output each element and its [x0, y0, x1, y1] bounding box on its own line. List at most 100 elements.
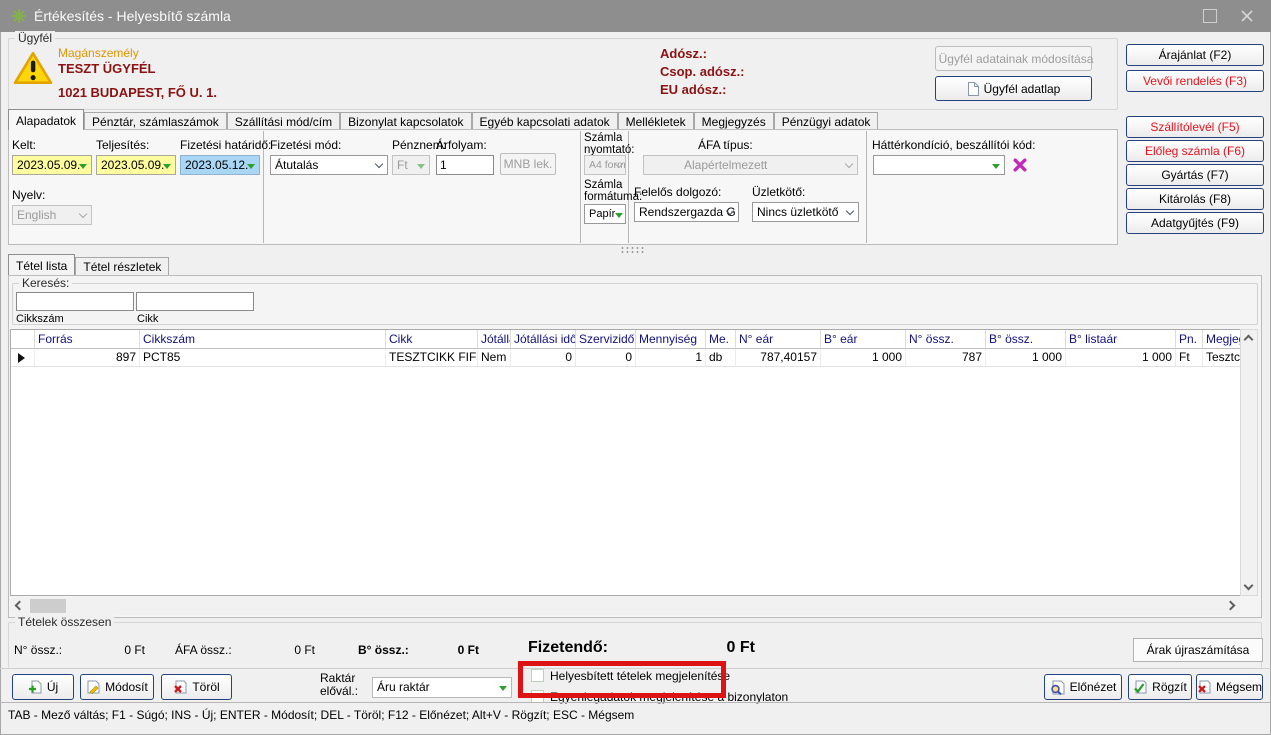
quote-button[interactable]: Árajánlat (F2): [1126, 44, 1264, 66]
column-header[interactable]: Megjegyzés: [1203, 330, 1240, 349]
tab-egyeb-kapcsolati-adatok[interactable]: Egyéb kapcsolati adatok: [471, 112, 618, 130]
tab-mellekletek[interactable]: Mellékletek: [617, 112, 694, 130]
column-header[interactable]: Me.: [706, 330, 736, 349]
issue-date-field[interactable]: 2023.05.09.: [12, 155, 92, 175]
corrected-items-checkbox[interactable]: [531, 669, 544, 682]
column-header[interactable]: B° össz.: [986, 330, 1066, 349]
tab-megjegyzes[interactable]: Megjegyzés: [693, 112, 774, 130]
vat-type-select[interactable]: Alapértelmezett: [643, 155, 858, 175]
vertical-scrollbar[interactable]: [1240, 329, 1258, 596]
column-header[interactable]: Szervizidő (h: [576, 330, 636, 349]
delete-item-button[interactable]: Töröl: [161, 674, 232, 700]
cancel-button[interactable]: Mégsem: [1196, 674, 1263, 700]
gross-total-value: 0 Ft: [457, 643, 479, 657]
selected-row-marker-icon: [18, 353, 25, 363]
currency-select[interactable]: Ft: [392, 155, 430, 175]
table-cell: 1 000: [821, 349, 906, 367]
sales-agent-select[interactable]: Nincs üzletkötő: [752, 202, 859, 222]
invoice-format-select[interactable]: Papír: [584, 204, 626, 224]
fulfillment-date-label: Teljesítés:: [96, 138, 150, 152]
column-header[interactable]: Mennyiség: [636, 330, 706, 349]
payment-deadline-label: Fizetési határidő:: [180, 138, 272, 152]
warehouse-value: Áru raktár: [377, 680, 430, 694]
table-cell: 0: [576, 349, 636, 367]
scroll-right-icon[interactable]: [1225, 600, 1236, 611]
column-header[interactable]: N° össz.: [906, 330, 986, 349]
advance-invoice-button[interactable]: Előleg számla (F6): [1126, 140, 1264, 162]
table-cell: 0: [511, 349, 576, 367]
dropdown-chevron-icon: [78, 209, 88, 219]
statusbar-text: TAB - Mező váltás; F1 - Súgó; INS - Új; …: [8, 708, 635, 722]
tab-penztar-szamlaszamok[interactable]: Pénztár, számlaszámok: [84, 112, 227, 130]
marker-column-header[interactable]: [11, 330, 35, 349]
payment-method-select[interactable]: Átutalás: [270, 155, 388, 175]
delivery-note-button[interactable]: Szállítólevél (F5): [1126, 116, 1264, 138]
customer-datasheet-label: Ügyfél adatlap: [983, 81, 1061, 96]
tax-number-label: Adósz.:: [660, 46, 707, 61]
maximize-button[interactable]: [1203, 9, 1217, 23]
preview-button[interactable]: Előnézet: [1044, 674, 1122, 700]
outbound-button[interactable]: Kitárolás (F8): [1126, 188, 1264, 210]
fulfillment-date-field[interactable]: 2023.05.09.: [96, 155, 176, 175]
payment-deadline-field[interactable]: 2023.05.12.: [180, 155, 260, 175]
column-header[interactable]: B° eár: [821, 330, 906, 349]
column-header[interactable]: Cikk: [386, 330, 478, 349]
column-header[interactable]: Pn.: [1176, 330, 1203, 349]
search-itemnumber-input[interactable]: [16, 292, 134, 311]
customer-datasheet-button[interactable]: Ügyfél adatlap: [935, 76, 1092, 101]
invoice-printer-label: Számla nyomtató:: [584, 132, 635, 156]
scrollbar-thumb[interactable]: [30, 599, 66, 613]
tab-item-list[interactable]: Tétel lista: [8, 254, 76, 275]
new-item-button[interactable]: Új: [12, 674, 74, 700]
dropdown-arrow-icon: [417, 164, 425, 169]
dropdown-chevron-icon: [844, 159, 854, 169]
customer-order-button[interactable]: Vevői rendelés (F3): [1126, 70, 1264, 92]
save-button[interactable]: Rögzít: [1128, 674, 1192, 700]
table-cell: 897: [35, 349, 140, 367]
language-value: English: [17, 208, 57, 222]
search-item-input[interactable]: [136, 292, 254, 311]
language-select[interactable]: English: [12, 205, 92, 225]
preview-icon: [1050, 680, 1065, 695]
scroll-left-icon[interactable]: [14, 600, 25, 611]
recalculate-prices-button[interactable]: Árak újraszámítása: [1133, 638, 1263, 662]
scroll-up-icon[interactable]: [1243, 334, 1254, 345]
column-header[interactable]: Forrás: [35, 330, 140, 349]
column-header[interactable]: Cikkszám: [140, 330, 386, 349]
responsible-employee-select[interactable]: Rendszergazda G: [634, 202, 739, 222]
modify-item-button[interactable]: Módosít: [80, 674, 154, 700]
tab-alapadatok[interactable]: Alapadatok: [8, 109, 85, 130]
table-row[interactable]: 897 PCT85 TESZTCIKK FIFO Nem 0 0 1 db 787,40157 1…: [11, 349, 1240, 367]
column-header[interactable]: Jótállás: [478, 330, 511, 349]
production-button[interactable]: Gyártás (F7): [1126, 164, 1264, 186]
item-table: ForrásCikkszámCikkJótállásJótállási idő …: [10, 329, 1240, 596]
payment-deadline-value: 2023.05.12.: [185, 158, 249, 172]
close-button[interactable]: [1240, 9, 1254, 23]
currency-value: Ft: [397, 158, 408, 172]
item-tab-strip: Tétel lista Tétel részletek: [8, 253, 170, 275]
app-icon: [12, 9, 26, 23]
column-header[interactable]: B° listaár: [1066, 330, 1176, 349]
mnb-rate-label: MNB lek.: [503, 157, 553, 171]
tab-szallitasi-mod[interactable]: Szállítási mód/cím: [226, 112, 341, 130]
tab-item-details[interactable]: Tétel részletek: [75, 257, 170, 275]
column-header[interactable]: Jótállási idő (: [511, 330, 576, 349]
tab-penzugyi-adatok[interactable]: Pénzügyi adatok: [773, 112, 879, 130]
horizontal-scrollbar[interactable]: [10, 597, 1240, 615]
cancel-label: Mégsem: [1215, 680, 1262, 694]
payment-method-label: Fizetési mód:: [270, 138, 342, 152]
data-collection-button[interactable]: Adatgyűjtés (F9): [1126, 212, 1264, 234]
warehouse-select[interactable]: Áru raktár: [372, 677, 512, 698]
responsible-employee-label: Felelős dolgozó:: [634, 185, 722, 199]
column-header[interactable]: N° eár: [736, 330, 821, 349]
background-condition-select[interactable]: [873, 155, 1005, 175]
scroll-down-icon[interactable]: [1243, 580, 1254, 591]
tab-bizonylat-kapcsolatok[interactable]: Bizonylat kapcsolatok: [340, 112, 472, 130]
clear-condition-button[interactable]: [1012, 157, 1028, 173]
invoice-printer-select[interactable]: A4 forma: [584, 155, 626, 175]
customer-modify-button[interactable]: Ügyfél adatainak módosítása: [935, 46, 1093, 71]
exchange-rate-input[interactable]: [436, 155, 494, 175]
dropdown-arrow-icon: [247, 164, 255, 169]
splitter-grip[interactable]: [620, 246, 646, 254]
mnb-rate-button[interactable]: MNB lek.: [500, 153, 556, 175]
